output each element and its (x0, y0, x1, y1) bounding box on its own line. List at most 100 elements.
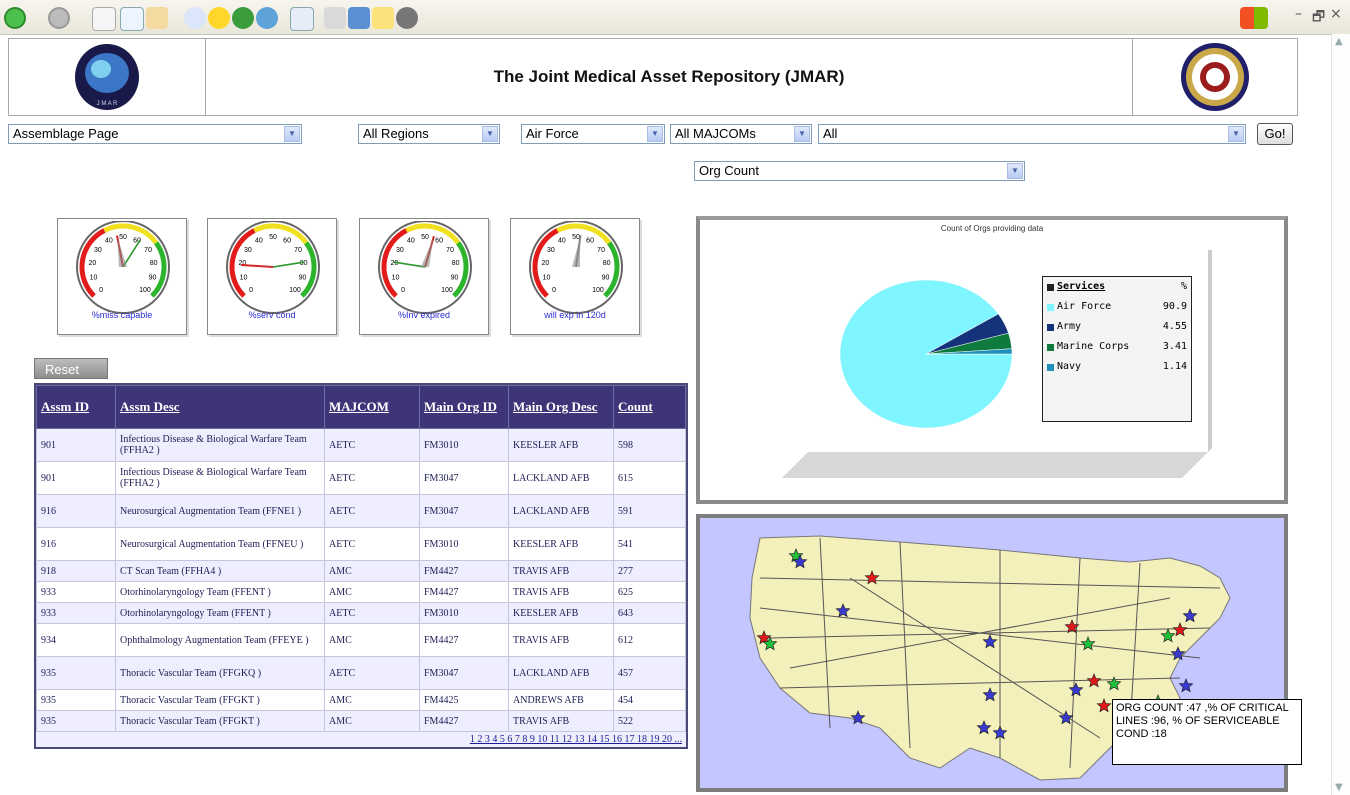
col-main-org-id[interactable]: Main Org ID (419, 385, 509, 429)
table-cell: TRAVIS AFB (508, 581, 614, 603)
col-count[interactable]: Count (613, 385, 686, 429)
gauge-label: %serv cond (248, 310, 296, 320)
history-icon[interactable] (256, 7, 278, 29)
gauge-tick-label: 90 (299, 275, 307, 282)
table-row[interactable]: 901 Infectious Disease & Biological Warfa… (36, 428, 686, 462)
metric-select-value: Org Count (699, 163, 759, 178)
legend-item: Navy 1.14 (1047, 361, 1187, 375)
table-cell: AMC (324, 623, 420, 657)
table-row[interactable]: 916 Neurosurgical Augmentation Team (FFNE… (36, 494, 686, 528)
home-icon[interactable] (146, 7, 168, 29)
pagination[interactable]: 1 2 3 4 5 6 7 8 9 10 11 12 13 14 15 16 1… (36, 732, 686, 747)
messenger-icon[interactable] (396, 7, 418, 29)
table-cell: 454 (613, 689, 686, 711)
legend-label: Army (1057, 321, 1082, 332)
legend-header-percent: % (1180, 281, 1187, 292)
refresh-icon[interactable] (120, 7, 144, 31)
gauge-tick-label: 50 (119, 234, 127, 241)
gauge-tick-label: 30 (244, 247, 252, 254)
majcom-select[interactable]: All MAJCOMs ▼ (670, 124, 812, 144)
col-assm-id[interactable]: Assm ID (36, 385, 116, 429)
region-select[interactable]: All Regions ▼ (358, 124, 500, 144)
metric-select[interactable]: Org Count ▼ (694, 161, 1025, 181)
table-cell: FM4425 (419, 689, 509, 711)
legend-label: Marine Corps (1057, 341, 1130, 352)
org-select[interactable]: All ▼ (818, 124, 1246, 144)
page-header: J M A R The Joint Medical Asset Reposito… (8, 38, 1298, 116)
gauge-label: %Inv expired (397, 310, 451, 320)
table-cell: 935 (36, 689, 116, 711)
table-cell: LACKLAND AFB (508, 461, 614, 495)
legend-header: Services % (1047, 281, 1187, 295)
gauge-tick-label: 100 (139, 287, 151, 294)
chevron-down-icon[interactable]: ▼ (1228, 126, 1244, 142)
mail-icon[interactable] (290, 7, 314, 31)
col-majcom[interactable]: MAJCOM (324, 385, 420, 429)
print-icon[interactable] (324, 7, 346, 29)
chevron-down-icon[interactable]: ▼ (794, 126, 810, 142)
gauge-tick-label: 10 (392, 275, 400, 282)
table-cell: 457 (613, 656, 686, 690)
scroll-up-icon[interactable]: ▲ (1335, 36, 1343, 47)
gauge-dial: 010203040 50 60708090100 (226, 221, 320, 314)
table-cell: Thoracic Vascular Team (FFGKQ ) (115, 656, 325, 690)
legend-header-swatch (1047, 284, 1054, 291)
reset-button[interactable]: Reset (34, 358, 108, 379)
table-cell: 277 (613, 560, 686, 582)
table-cell: FM4427 (419, 581, 509, 603)
stop-icon[interactable] (92, 7, 116, 31)
table-cell: 615 (613, 461, 686, 495)
gauge-tick-label: 100 (441, 287, 453, 294)
table-row[interactable]: 916 Neurosurgical Augmentation Team (FFNE… (36, 527, 686, 561)
chevron-down-icon[interactable]: ▼ (284, 126, 300, 142)
media-icon[interactable] (232, 7, 254, 29)
chevron-down-icon[interactable]: ▼ (1007, 163, 1023, 179)
gauge-label: %miss capable (91, 310, 153, 320)
chevron-down-icon[interactable]: ▼ (482, 126, 498, 142)
windows-logo-icon (1240, 7, 1268, 29)
edit-icon[interactable] (348, 7, 370, 29)
close-icon[interactable]: × (1330, 6, 1342, 22)
service-select-value: Air Force (526, 126, 579, 141)
page-select[interactable]: Assemblage Page ▼ (8, 124, 302, 144)
table-cell: AETC (324, 602, 420, 624)
table-cell: AMC (324, 689, 420, 711)
go-button[interactable]: Go! (1257, 123, 1293, 145)
legend-swatch (1047, 344, 1054, 351)
vertical-scrollbar[interactable]: ▲ ▼ (1331, 34, 1350, 795)
legend-swatch (1047, 304, 1054, 311)
table-row[interactable]: 935 Thoracic Vascular Team (FFGKQ ) AETC FM… (36, 656, 686, 690)
table-row[interactable]: 933 Otorhinolaryngology Team (FFENT ) AETC… (36, 602, 686, 624)
back-icon[interactable] (4, 7, 26, 29)
table-cell: Neurosurgical Augmentation Team (FFNE1 ) (115, 494, 325, 528)
gauge: 0 10 20 30 40 50 60 70 80 90 100 %miss capable (57, 218, 187, 335)
discuss-icon[interactable] (372, 7, 394, 29)
chevron-down-icon[interactable]: ▼ (647, 126, 663, 142)
col-main-org-desc[interactable]: Main Org Desc (508, 385, 614, 429)
service-select[interactable]: Air Force ▼ (521, 124, 665, 144)
table-cell: 901 (36, 428, 116, 462)
gauge-tick-label: 0 (99, 287, 103, 294)
table-row[interactable]: 918 CT Scan Team (FFHA4 ) AMC FM4427 TRAVIS … (36, 560, 686, 582)
table-cell: KEESLER AFB (508, 602, 614, 624)
col-assm-desc[interactable]: Assm Desc (115, 385, 325, 429)
map-marker-star-icon[interactable] (1178, 678, 1194, 693)
forward-icon[interactable] (48, 7, 70, 29)
search-icon[interactable] (184, 7, 206, 29)
scroll-down-icon[interactable]: ▼ (1335, 782, 1343, 793)
table-cell: 901 (36, 461, 116, 495)
table-row[interactable]: 935 Thoracic Vascular Team (FFGKT ) AMC FM4… (36, 689, 686, 711)
legend-value: 3.41 (1162, 341, 1187, 352)
restore-icon[interactable]: 🗗 (1312, 6, 1325, 30)
table-cell: FM3010 (419, 602, 509, 624)
table-row[interactable]: 935 Thoracic Vascular Team (FFGKT ) AMC FM4… (36, 710, 686, 732)
table-row[interactable]: 934 Ophthalmology Augmentation Team (FFEY… (36, 623, 686, 657)
minimize-icon[interactable]: – (1295, 6, 1302, 22)
table-cell: Infectious Disease & Biological Warfare … (115, 461, 325, 495)
table-cell: Infectious Disease & Biological Warfare … (115, 428, 325, 462)
table-row[interactable]: 933 Otorhinolaryngology Team (FFENT ) AMC F… (36, 581, 686, 603)
gauge-tick-label: 30 (547, 247, 555, 254)
table-row[interactable]: 901 Infectious Disease & Biological Warfa… (36, 461, 686, 495)
favorites-icon[interactable] (208, 7, 230, 29)
legend-value: 1.14 (1162, 361, 1187, 372)
